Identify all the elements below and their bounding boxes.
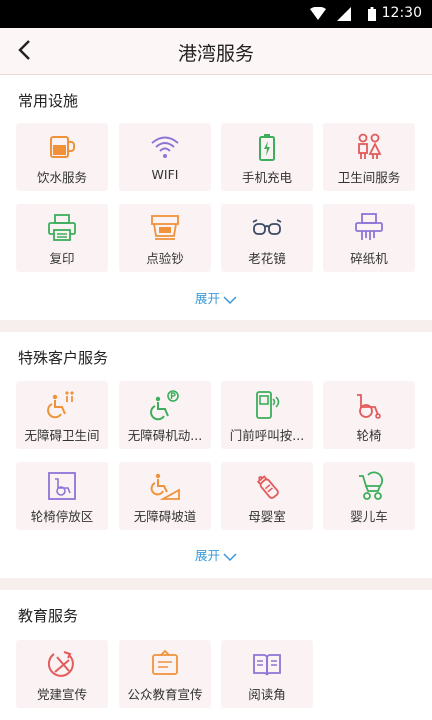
wheelchair-parking-icon [48, 472, 76, 500]
info-board-icon [152, 649, 178, 675]
tile-label: 复印 [49, 251, 75, 266]
water-cup-icon [50, 136, 75, 158]
tile-reading-glasses[interactable]: 老花镜 [221, 204, 313, 272]
tile-label: 无障碍卫生间 [24, 428, 100, 443]
expand-button[interactable]: 展开 [0, 545, 432, 564]
tile-public-education[interactable]: 公众教育宣传 [119, 640, 211, 708]
tile-label: 碎纸机 [350, 251, 388, 266]
tile-label: 母婴室 [248, 509, 286, 524]
tile-stroller[interactable]: 婴儿车 [323, 462, 415, 530]
page-title: 港湾服务 [177, 43, 254, 65]
tile-reading-corner[interactable]: 阅读角 [221, 640, 313, 708]
tile-cash-counting[interactable]: 点验钞 [119, 204, 211, 272]
tile-accessible-parking[interactable]: 无障碍机动... [119, 381, 211, 449]
tile-label: 手机充电 [241, 170, 292, 185]
tile-label: 阅读角 [248, 687, 286, 702]
section-title: 教育服务 [18, 607, 79, 625]
clock: 12:30 [381, 5, 422, 21]
tile-label: 门前呼叫按... [229, 428, 305, 443]
section-divider [0, 320, 432, 332]
party-emblem-icon [47, 651, 74, 677]
expand-button[interactable]: 展开 [0, 288, 432, 307]
tile-nursing-room[interactable]: 母婴室 [221, 462, 313, 530]
tile-label: 点验钞 [146, 251, 184, 266]
wheelchair-icon [357, 394, 381, 419]
tile-call-button[interactable]: 门前呼叫按... [221, 381, 313, 449]
glasses-icon [252, 219, 282, 235]
tile-label: 无障碍机动... [127, 428, 203, 443]
tile-label: 老花镜 [248, 251, 286, 266]
tile-label: 党建宣传 [36, 687, 87, 702]
ramp-icon [150, 473, 180, 500]
tile-ramp[interactable]: 无障碍坡道 [119, 462, 211, 530]
tile-wheelchair[interactable]: 轮椅 [323, 381, 415, 449]
tile-wifi[interactable]: WIFI [119, 123, 211, 191]
wifi-icon [151, 136, 179, 158]
tile-party-building[interactable]: 党建宣传 [16, 640, 108, 708]
chevron-down-icon [223, 295, 237, 304]
printer-icon [48, 214, 76, 241]
tile-copy[interactable]: 复印 [16, 204, 108, 272]
stroller-icon [359, 471, 383, 500]
accessible-restroom-icon [47, 391, 74, 419]
tile-shredder[interactable]: 碎纸机 [323, 204, 415, 272]
tile-label: 公众教育宣传 [127, 687, 203, 702]
section-title: 特殊客户服务 [18, 349, 109, 367]
tile-label: 婴儿车 [350, 509, 388, 524]
cell-signal-icon [337, 7, 351, 21]
battery-charge-icon [259, 134, 275, 161]
tile-accessible-restroom[interactable]: 无障碍卫生间 [16, 381, 108, 449]
cash-counter-icon [151, 215, 179, 240]
tile-label: WIFI [151, 167, 179, 182]
section-divider [0, 578, 432, 590]
battery-icon [368, 7, 376, 21]
wifi-signal-icon [310, 7, 326, 20]
tile-label: 轮椅 [356, 428, 382, 443]
header-bar: 港湾服务 [0, 28, 432, 75]
tile-label: 无障碍坡道 [133, 509, 197, 524]
tile-label: 卫生间服务 [337, 170, 401, 185]
status-bar: 12:30 [0, 0, 432, 28]
tile-wheelchair-parking[interactable]: 轮椅停放区 [16, 462, 108, 530]
tile-phone-charging[interactable]: 手机充电 [221, 123, 313, 191]
chevron-down-icon [223, 552, 237, 561]
shredder-icon [355, 213, 383, 240]
section-title: 常用设施 [18, 92, 79, 110]
tile-label: 轮椅停放区 [30, 509, 94, 524]
expand-label: 展开 [194, 548, 220, 563]
accessible-parking-icon [150, 390, 179, 421]
restroom-icon [358, 133, 382, 159]
tile-water-service[interactable]: 饮水服务 [16, 123, 108, 191]
book-icon [253, 654, 281, 676]
tile-label: 饮水服务 [36, 170, 87, 185]
baby-bottle-icon [256, 475, 279, 499]
expand-label: 展开 [194, 291, 220, 306]
tile-restroom-service[interactable]: 卫生间服务 [323, 123, 415, 191]
call-button-icon [256, 391, 280, 419]
